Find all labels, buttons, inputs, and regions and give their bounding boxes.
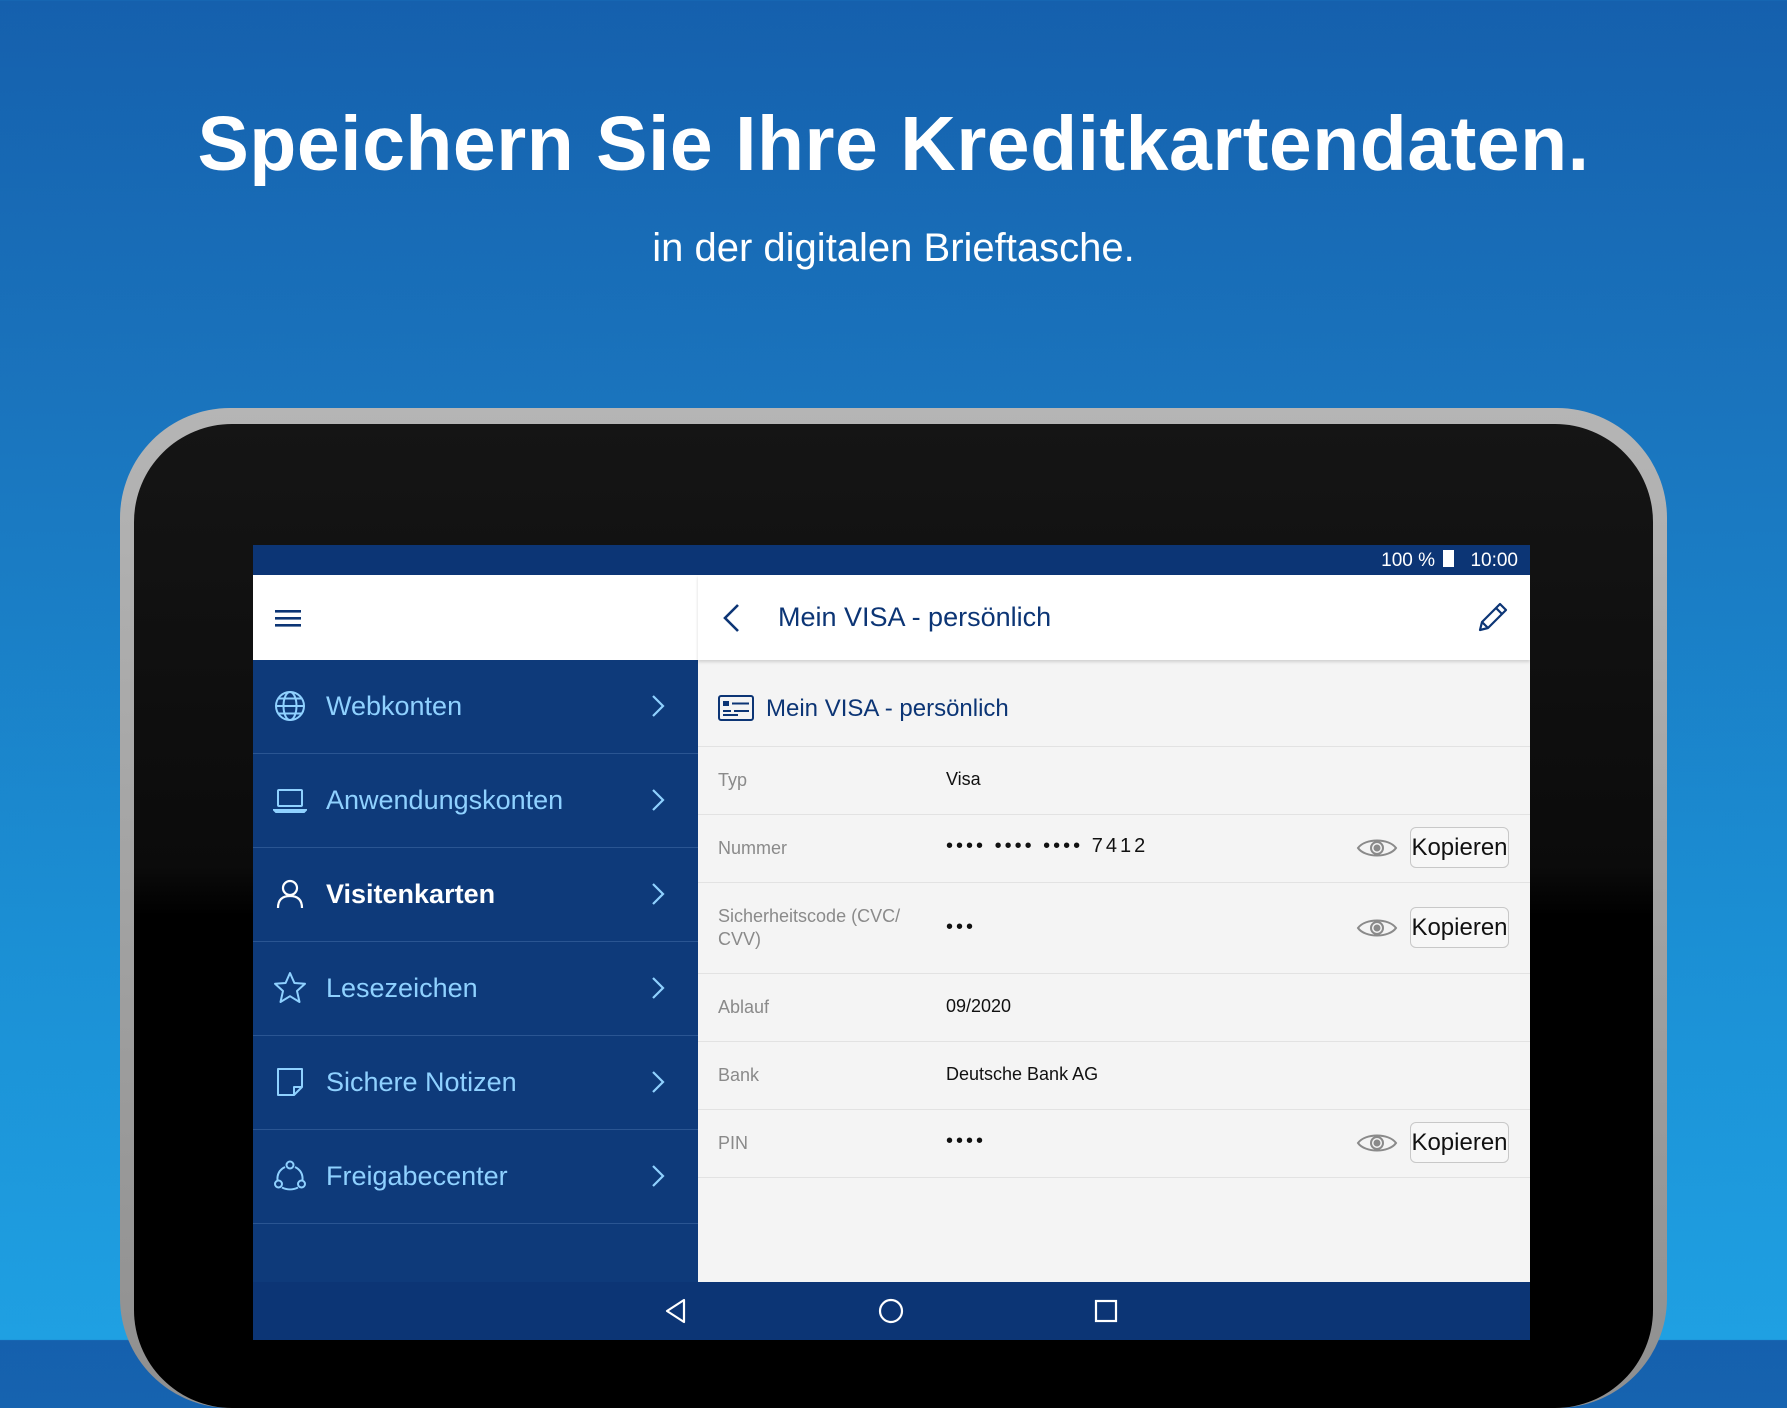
chevron-right-icon (652, 695, 665, 717)
sidebar-item-label: Webkonten (326, 691, 463, 721)
android-nav-bar (253, 1282, 1530, 1340)
eye-icon[interactable] (1356, 836, 1398, 860)
card-title: Mein VISA - persönlich (766, 695, 1009, 722)
field-row-pin: PIN •••• Kopieren (698, 1110, 1530, 1178)
detail-app-bar: Mein VISA - persönlich (698, 575, 1530, 660)
field-row-nummer: Nummer •••• •••• •••• 7412 Kopieren (698, 815, 1530, 883)
field-label: Ablauf (718, 997, 770, 1017)
copy-security-code-button[interactable]: Kopieren (1410, 907, 1509, 948)
sidebar-item-label: Anwendungskonten (326, 785, 564, 815)
card-fields: Typ Visa Nummer •••• •••• •••• 7412 Kopi… (698, 746, 1530, 1178)
star-icon (274, 972, 306, 1003)
field-value: 09/2020 (946, 996, 1012, 1016)
back-arrow-icon[interactable] (722, 603, 740, 633)
sidebar-item-anwendungskonten[interactable]: Anwendungskonten (253, 754, 698, 848)
card-title-row: Mein VISA - persönlich (698, 675, 1530, 745)
copy-pin-button[interactable]: Kopieren (1410, 1122, 1509, 1163)
status-time: 10:00 (1470, 550, 1518, 571)
sidebar-item-label: Sichere Notizen (326, 1067, 517, 1097)
sidebar-item-visitenkarten[interactable]: Visitenkarten (253, 848, 698, 942)
field-value: •••• •••• •••• 7412 (946, 835, 1149, 857)
chevron-right-icon (652, 1165, 665, 1187)
field-label: Sicherheitscode (CVC/ CVV) (718, 906, 901, 949)
sidebar-item-label: Freigabecenter (326, 1161, 508, 1191)
sidebar-item-freigabecenter[interactable]: Freigabecenter (253, 1130, 698, 1224)
field-row-bank: Bank Deutsche Bank AG (698, 1042, 1530, 1110)
sidebar: Webkonten Anwendungskonten Visitenkarten (253, 575, 698, 1340)
field-row-typ: Typ Visa (698, 747, 1530, 815)
nav-recents-icon[interactable] (1091, 1296, 1121, 1326)
sidebar-header (253, 575, 698, 660)
sidebar-item-lesezeichen[interactable]: Lesezeichen (253, 942, 698, 1036)
globe-icon (275, 691, 305, 721)
status-bar: 100 % 10:00 (253, 545, 1530, 575)
nav-home-icon[interactable] (876, 1296, 906, 1326)
field-row-sicherheitscode: Sicherheitscode (CVC/ CVV) ••• Kopieren (698, 883, 1530, 974)
share-icon (274, 1160, 306, 1191)
promo-subline: in der digitalen Brieftasche. (652, 226, 1135, 270)
sidebar-item-label: Lesezeichen (326, 973, 478, 1003)
nav-back-icon[interactable] (661, 1296, 691, 1326)
field-value: Deutsche Bank AG (946, 1064, 1099, 1084)
battery-percent: 100 % (1381, 550, 1435, 571)
sidebar-item-label: Visitenkarten (326, 879, 496, 909)
field-label: Nummer (718, 838, 788, 858)
sidebar-item-webkonten[interactable]: Webkonten (253, 660, 698, 754)
copy-number-button[interactable]: Kopieren (1410, 827, 1509, 868)
eye-icon[interactable] (1356, 1131, 1398, 1155)
field-label: PIN (718, 1133, 749, 1153)
promo-headline: Speichern Sie Ihre Kreditkartendaten. (197, 101, 1590, 187)
field-row-ablauf: Ablauf 09/2020 (698, 974, 1530, 1042)
id-card-icon (718, 695, 754, 721)
field-value: ••• (946, 916, 977, 938)
field-value: •••• (946, 1130, 987, 1152)
field-label: Typ (718, 770, 748, 790)
tablet-screen: 100 % 10:00 Webkonten Anwendungskonten V… (253, 545, 1530, 1340)
chevron-right-icon (652, 789, 665, 811)
field-label: Bank (718, 1065, 760, 1085)
chevron-right-icon (652, 883, 665, 905)
battery-icon (1443, 550, 1454, 567)
chevron-right-icon (652, 1071, 665, 1093)
eye-icon[interactable] (1356, 916, 1398, 940)
laptop-icon (273, 789, 307, 813)
page-title: Mein VISA - persönlich (778, 602, 1052, 632)
note-icon (277, 1068, 303, 1096)
detail-panel: Mein VISA - persönlich Mein VISA - persö… (698, 575, 1530, 1282)
sidebar-nav: Webkonten Anwendungskonten Visitenkarten (253, 660, 698, 1224)
chevron-right-icon (652, 977, 665, 999)
pencil-edit-icon[interactable] (1476, 600, 1510, 634)
sidebar-item-sichere-notizen[interactable]: Sichere Notizen (253, 1036, 698, 1130)
hamburger-menu-icon[interactable] (275, 607, 301, 629)
field-value: Visa (946, 769, 981, 789)
person-icon (276, 879, 304, 909)
